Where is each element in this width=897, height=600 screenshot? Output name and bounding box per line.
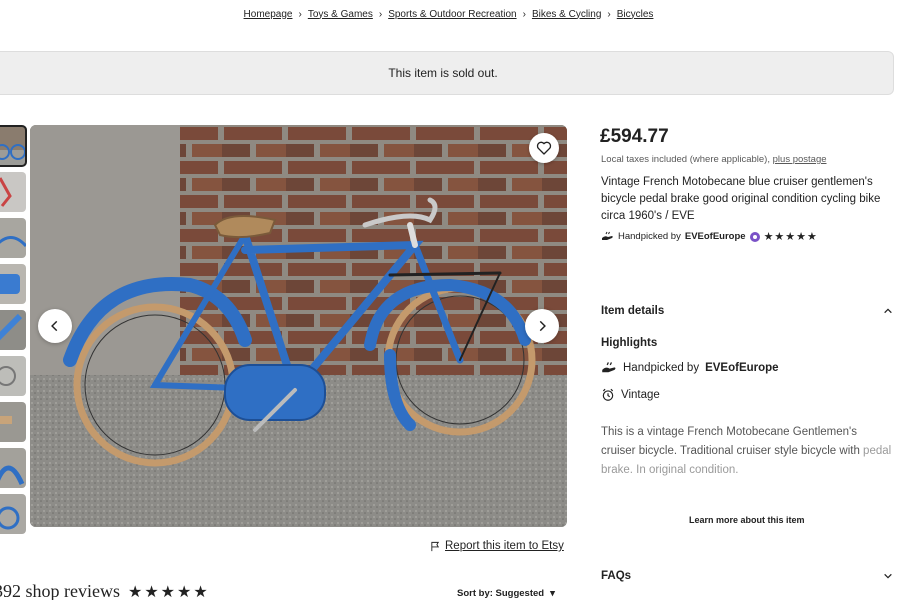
- star-icon: ★: [177, 583, 192, 600]
- star-icon: ★: [144, 583, 159, 600]
- thumbnail-5[interactable]: [0, 310, 26, 350]
- postage-link[interactable]: plus postage: [773, 154, 827, 165]
- shop-reviews-header: 392 shop reviews ★ ★ ★ ★ ★: [0, 581, 208, 600]
- sold-out-banner: This item is sold out.: [0, 51, 894, 95]
- chevron-down-icon: [884, 573, 892, 579]
- chevron-right-icon: ›: [298, 8, 302, 20]
- heart-icon: [536, 141, 552, 155]
- sort-label: Sort by: Suggested: [457, 588, 545, 599]
- sort-dropdown[interactable]: Sort by: Suggested ▾: [457, 588, 555, 599]
- chevron-right-icon: ›: [607, 8, 611, 20]
- main-product-image[interactable]: [30, 125, 567, 527]
- thumbnail-1[interactable]: [0, 125, 27, 167]
- highlight-vintage-label: Vintage: [621, 389, 660, 401]
- flag-icon: [431, 541, 440, 551]
- star-seller-badge-icon: [749, 231, 760, 242]
- shop-reviews-count: 392 shop reviews: [0, 581, 120, 600]
- report-item-link[interactable]: Report this item to Etsy: [430, 540, 564, 552]
- breadcrumb-bikes-cycling[interactable]: Bikes & Cycling: [532, 9, 601, 20]
- sold-out-text: This item is sold out.: [388, 66, 498, 80]
- hand-icon: [602, 231, 613, 240]
- price: £594.77: [600, 126, 669, 147]
- thumbnail-2[interactable]: [0, 172, 26, 212]
- item-description: This is a vintage French Motobecane Gent…: [601, 423, 893, 480]
- caret-down-icon: ▾: [550, 588, 555, 599]
- highlight-shop-name[interactable]: EVEofEurope: [705, 362, 778, 374]
- thumbnail-7[interactable]: [0, 402, 26, 442]
- star-icon: ★: [127, 583, 143, 600]
- previous-image-button[interactable]: [38, 309, 72, 343]
- breadcrumb-bicycles[interactable]: Bicycles: [617, 9, 654, 20]
- chevron-right-icon: [539, 320, 546, 332]
- breadcrumb-toys-games[interactable]: Toys & Games: [308, 9, 373, 20]
- star-icon: ★: [193, 583, 208, 600]
- breadcrumb-sports-outdoor[interactable]: Sports & Outdoor Recreation: [388, 9, 516, 20]
- thumbnail-9[interactable]: [0, 494, 26, 534]
- clock-icon: [602, 388, 614, 401]
- thumbnail-6[interactable]: [0, 356, 26, 396]
- shop-rating-stars: ★ ★ ★ ★ ★: [128, 582, 208, 600]
- handpicked-line: Handpicked by EVEofEurope ★★★★★: [601, 230, 818, 243]
- faqs-heading: FAQs: [601, 570, 632, 582]
- highlight-handpicked: Handpicked by EVEofEurope: [601, 361, 779, 375]
- shop-name-link[interactable]: EVEofEurope: [685, 231, 746, 242]
- item-details-toggle[interactable]: Item details: [601, 305, 893, 317]
- hand-icon: [602, 362, 616, 373]
- thumbnail-8[interactable]: [0, 448, 26, 488]
- learn-more-button[interactable]: Learn more about this item: [689, 515, 805, 525]
- listing-rating-stars: ★★★★★: [763, 231, 818, 243]
- chevron-right-icon: ›: [522, 8, 526, 20]
- thumbnail-3[interactable]: [0, 218, 26, 258]
- taxes-text: Local taxes included (where applicable),: [601, 154, 770, 165]
- description-text: This is a vintage French Motobecane Gent…: [601, 426, 860, 457]
- faqs-toggle[interactable]: FAQs: [601, 570, 893, 582]
- thumbnail-strip: [0, 125, 27, 540]
- star-icon: ★: [160, 583, 176, 600]
- report-item-label: Report this item to Etsy: [445, 540, 564, 552]
- favorite-button[interactable]: [529, 133, 559, 163]
- chevron-right-icon: ›: [378, 8, 383, 20]
- chevron-up-icon: [884, 308, 892, 314]
- taxes-note: Local taxes included (where applicable),…: [601, 154, 827, 165]
- highlight-handpicked-prefix: Handpicked by: [623, 362, 700, 374]
- breadcrumb-homepage[interactable]: Homepage: [244, 9, 293, 20]
- handpicked-prefix: Handpicked by: [618, 231, 681, 242]
- next-image-button[interactable]: [525, 309, 559, 343]
- chevron-left-icon: [51, 320, 58, 332]
- breadcrumb: Homepage › Toys & Games › Sports & Outdo…: [0, 7, 897, 21]
- item-details-heading: Item details: [601, 305, 665, 317]
- thumbnail-4[interactable]: [0, 264, 26, 304]
- highlights-heading: Highlights: [601, 337, 658, 349]
- highlight-vintage: Vintage: [601, 388, 660, 402]
- listing-title: Vintage French Motobecane blue cruiser g…: [601, 176, 881, 222]
